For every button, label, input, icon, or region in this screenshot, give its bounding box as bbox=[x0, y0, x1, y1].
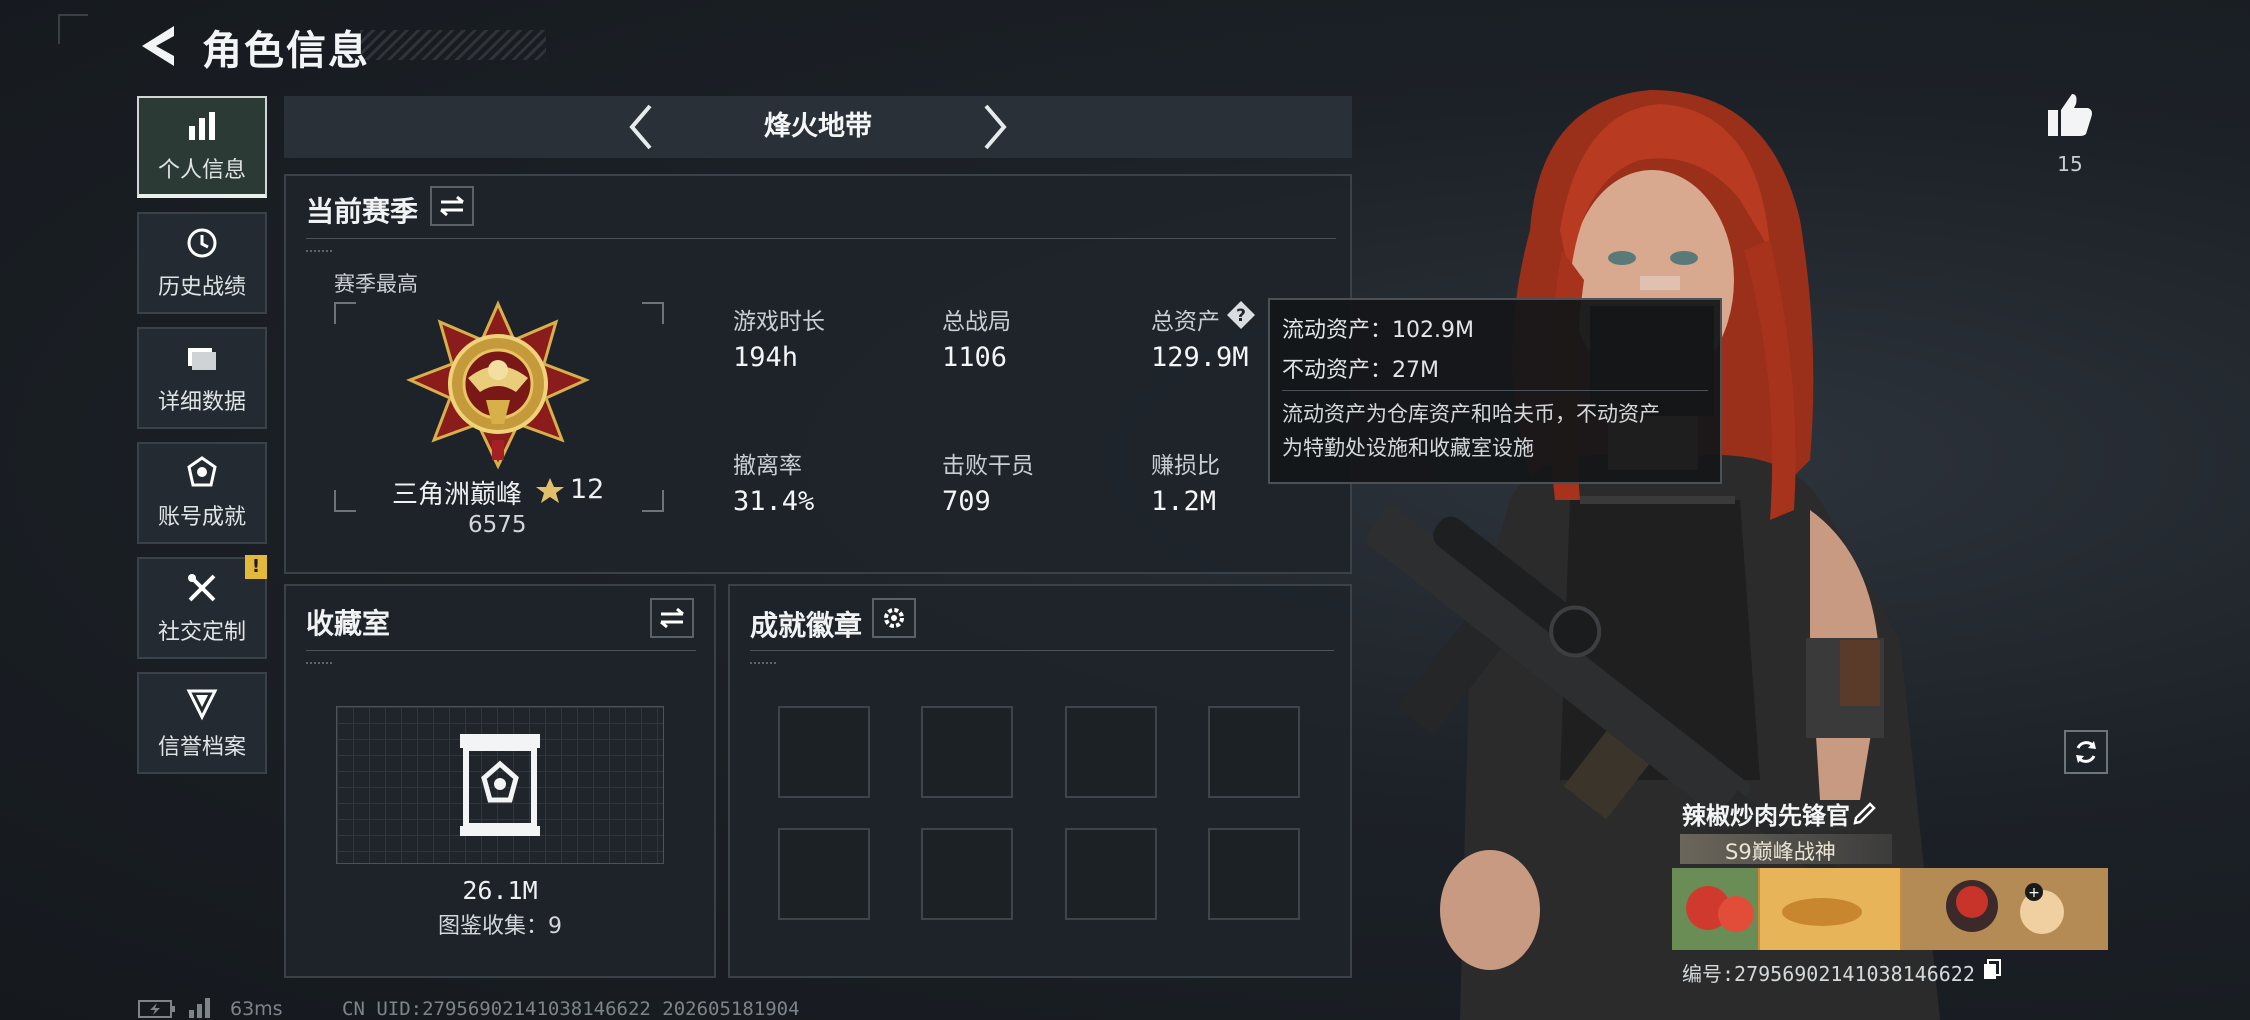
title-decoration bbox=[360, 30, 546, 60]
divider-dots bbox=[750, 662, 776, 670]
frame-corner bbox=[642, 490, 664, 512]
sidebar-item-label: 历史战绩 bbox=[157, 275, 246, 300]
stat-label-playtime: 游戏时长 bbox=[733, 309, 825, 335]
folder-icon bbox=[188, 348, 216, 370]
divider-dots bbox=[306, 250, 332, 258]
stat-label-extraction-rate: 撤离率 bbox=[733, 453, 802, 479]
star-icon bbox=[536, 478, 564, 503]
back-arrow-icon[interactable] bbox=[138, 22, 182, 70]
stat-value-profit-ratio: 1.2M bbox=[1151, 486, 1217, 517]
badges-settings-button[interactable] bbox=[872, 598, 916, 638]
badge-slot[interactable] bbox=[921, 706, 1013, 798]
tooltip-liquid-assets: 流动资产：102.9M bbox=[1282, 318, 1474, 343]
divider bbox=[1282, 390, 1708, 391]
tools-icon bbox=[188, 574, 216, 602]
battery-icon bbox=[138, 1000, 175, 1018]
collection-count: 图鉴收集：9 bbox=[438, 914, 562, 939]
stat-value-extraction-rate: 31.4% bbox=[733, 486, 815, 517]
badge-slot[interactable] bbox=[778, 828, 870, 920]
stat-value-playtime: 194h bbox=[733, 342, 799, 373]
divider bbox=[750, 650, 1334, 651]
thumbs-up-icon[interactable] bbox=[2046, 92, 2094, 138]
svg-text:?: ? bbox=[1236, 306, 1246, 326]
badge-slot[interactable] bbox=[1065, 706, 1157, 798]
player-id: 编号:2795690214103814662​2 bbox=[1682, 962, 1975, 986]
frame-corner bbox=[334, 490, 356, 512]
rank-score: 6575 bbox=[468, 512, 527, 538]
stat-value-total-assets: 129.9M bbox=[1151, 342, 1249, 373]
sidebar-item-label: 信誉档案 bbox=[157, 735, 246, 760]
ping-value: 63ms bbox=[230, 998, 283, 1020]
season-best-label: 赛季最高 bbox=[334, 272, 418, 296]
player-banner[interactable]: + bbox=[1672, 868, 2108, 950]
sidebar-item-history[interactable]: 历史战绩 bbox=[137, 212, 267, 314]
like-count: 15 bbox=[2057, 152, 2083, 176]
badge-slot[interactable] bbox=[1208, 706, 1300, 798]
badge-slot[interactable] bbox=[921, 828, 1013, 920]
divider-dots bbox=[306, 662, 332, 670]
gear-icon bbox=[884, 608, 904, 628]
swap-icon bbox=[660, 607, 684, 629]
footer-uid: CN UID:27956902141038146622 202605181904 bbox=[342, 998, 800, 1020]
player-title: S9巅峰战神 bbox=[1725, 840, 1836, 864]
vault-icon[interactable] bbox=[456, 730, 544, 840]
collection-value: 26.1M bbox=[462, 876, 538, 905]
bar-chart-icon bbox=[189, 112, 215, 140]
prev-mode-arrow-icon[interactable] bbox=[616, 100, 666, 154]
banner-artwork: + bbox=[1672, 868, 2108, 950]
notification-badge: ! bbox=[245, 555, 267, 579]
stat-label-profit-ratio: 赚损比 bbox=[1151, 453, 1220, 479]
mode-title: 烽火地带 bbox=[764, 111, 872, 142]
page-title: 角色信息 bbox=[202, 28, 370, 74]
collection-switch-button[interactable] bbox=[650, 598, 694, 638]
stat-label-total-assets: 总资产 bbox=[1151, 309, 1220, 335]
badge-slot[interactable] bbox=[1065, 828, 1157, 920]
help-icon[interactable]: ? bbox=[1226, 300, 1256, 330]
badge-slot[interactable] bbox=[778, 706, 870, 798]
stat-label-matches: 总战局 bbox=[942, 309, 1011, 335]
divider bbox=[306, 650, 696, 651]
frame-corner bbox=[334, 302, 356, 324]
player-name: 辣椒炒肉先锋官 bbox=[1682, 802, 1850, 830]
stat-label-kills: 击败干员 bbox=[942, 453, 1034, 479]
shield-icon bbox=[186, 689, 218, 721]
achievement-icon bbox=[187, 456, 217, 487]
rank-emblem-icon bbox=[406, 300, 590, 470]
refresh-icon bbox=[2076, 741, 2096, 763]
frame-corner bbox=[642, 302, 664, 324]
next-mode-arrow-icon[interactable] bbox=[970, 100, 1020, 154]
stat-value-matches: 1106 bbox=[942, 342, 1008, 373]
corner-decoration bbox=[58, 14, 88, 44]
svg-text:+: + bbox=[2028, 885, 2040, 901]
badges-panel-title: 成就徽章 bbox=[750, 609, 863, 642]
tooltip-fixed-assets: 不动资产：27M bbox=[1282, 358, 1439, 383]
sidebar-item-personal-info[interactable]: 个人信息 bbox=[137, 96, 267, 198]
signal-icon bbox=[189, 998, 210, 1018]
sidebar-item-label: 账号成就 bbox=[157, 505, 246, 530]
sidebar-item-label: 个人信息 bbox=[157, 158, 246, 183]
stat-value-kills: 709 bbox=[942, 486, 991, 517]
tooltip-description-line2: 为特勤处设施和收藏室设施 bbox=[1282, 436, 1534, 460]
edit-pencil-icon[interactable] bbox=[1852, 800, 1878, 826]
sidebar-item-detailed-data[interactable]: 详细数据 bbox=[137, 327, 267, 429]
refresh-button[interactable] bbox=[2064, 730, 2108, 774]
divider bbox=[306, 238, 1336, 239]
sidebar-item-credit-record[interactable]: 信誉档案 bbox=[137, 672, 267, 774]
tooltip-description-line1: 流动资产为仓库资产和哈夫币，不动资产 bbox=[1282, 402, 1660, 426]
rank-name: 三角洲巅峰 bbox=[392, 480, 523, 510]
collection-panel-title: 收藏室 bbox=[306, 607, 391, 640]
swap-icon bbox=[440, 195, 464, 217]
badge-slot[interactable] bbox=[1208, 828, 1300, 920]
rank-stars: 12 bbox=[570, 474, 605, 505]
season-panel-title: 当前赛季 bbox=[306, 195, 419, 228]
sidebar-item-label: 社交定制 bbox=[157, 620, 246, 645]
season-switch-button[interactable] bbox=[430, 186, 474, 226]
history-icon bbox=[187, 228, 217, 258]
sidebar-item-achievements[interactable]: 账号成就 bbox=[137, 442, 267, 544]
copy-icon[interactable] bbox=[1982, 958, 2002, 980]
sidebar-item-label: 详细数据 bbox=[157, 390, 246, 415]
